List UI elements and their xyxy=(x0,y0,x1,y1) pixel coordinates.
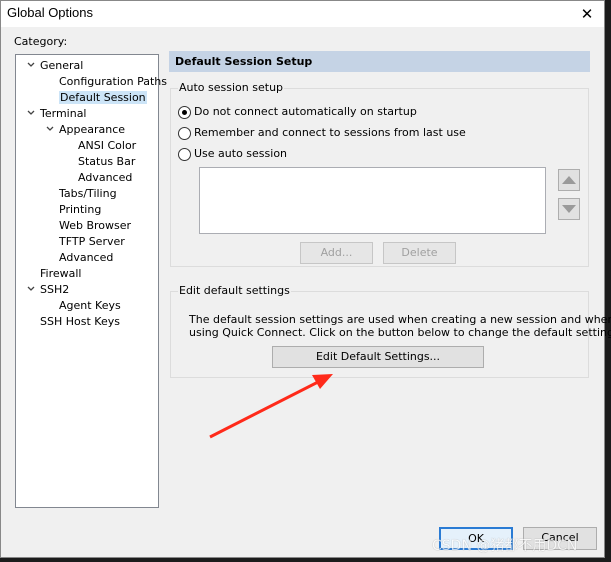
tree-item-label: SSH Host Keys xyxy=(40,315,120,328)
move-down-button[interactable] xyxy=(558,198,580,220)
radio-button[interactable] xyxy=(178,126,191,140)
tree-item[interactable]: General xyxy=(27,58,84,73)
tree-item[interactable]: Default Session xyxy=(59,90,147,105)
tree-item-label: Firewall xyxy=(40,267,82,280)
chevron-down-icon[interactable] xyxy=(26,60,36,70)
tree-item[interactable]: Appearance xyxy=(46,122,126,137)
edit-default-group-title: Edit default settings xyxy=(178,284,291,297)
tree-item-label: Printing xyxy=(59,203,102,216)
section-header: Default Session Setup xyxy=(169,51,590,72)
tree-item-label: Configuration Paths xyxy=(59,75,167,88)
tree-item[interactable]: Terminal xyxy=(27,106,87,121)
tree-item-label: Advanced xyxy=(59,251,114,264)
auto-session-list[interactable] xyxy=(199,167,546,234)
tree-item[interactable]: SSH2 xyxy=(27,282,70,297)
radio-button-checked[interactable] xyxy=(178,105,191,119)
global-options-dialog: Global Options ✕ Category: General Config… xyxy=(0,0,611,558)
tree-item-label: Web Browser xyxy=(59,219,132,232)
radio-no-auto-connect[interactable]: Do not connect automatically on startup xyxy=(178,104,417,120)
tree-item[interactable]: Firewall xyxy=(40,266,81,281)
auto-session-group: Auto session setup Do not connect automa… xyxy=(170,81,589,267)
tree-item[interactable]: Printing xyxy=(59,202,101,217)
tree-item[interactable]: Tabs/Tiling xyxy=(59,186,117,201)
tree-item[interactable]: Status Bar xyxy=(78,154,135,169)
radio-label: Remember and connect to sessions from la… xyxy=(194,126,466,139)
edit-default-settings-button[interactable]: Edit Default Settings... xyxy=(272,346,484,368)
chevron-down-icon[interactable] xyxy=(26,284,36,294)
watermark: CSDN @猪都不用DCN xyxy=(432,538,578,554)
tree-item[interactable]: Agent Keys xyxy=(59,298,121,313)
move-up-button[interactable] xyxy=(558,169,580,191)
tree-item[interactable]: Advanced xyxy=(78,170,132,185)
tree-item-label: General xyxy=(40,59,84,72)
tree-item[interactable]: SSH Host Keys xyxy=(40,314,120,329)
radio-label: Do not connect automatically on startup xyxy=(194,105,417,118)
edit-default-description: The default session settings are used wh… xyxy=(189,313,611,339)
tree-item-label: Advanced xyxy=(78,171,133,184)
triangle-up-icon xyxy=(562,176,576,184)
add-button[interactable]: Add... xyxy=(300,242,373,264)
tree-item-label: Default Session xyxy=(59,91,147,104)
close-icon[interactable]: ✕ xyxy=(576,3,598,25)
category-label: Category: xyxy=(14,35,68,48)
radio-button[interactable] xyxy=(178,147,191,161)
auto-session-group-title: Auto session setup xyxy=(178,81,285,94)
chevron-down-icon[interactable] xyxy=(26,108,36,118)
tree-item[interactable]: Configuration Paths xyxy=(59,74,167,89)
category-tree[interactable]: General Configuration Paths Default Sessio… xyxy=(15,54,167,508)
description-line-2: using Quick Connect. Click on the button… xyxy=(189,326,611,339)
tree-item-label: Terminal xyxy=(40,107,87,120)
radio-remember-sessions[interactable]: Remember and connect to sessions from la… xyxy=(178,125,466,141)
tree-item-label: Agent Keys xyxy=(59,299,121,312)
edit-default-group: Edit default settings The default sessio… xyxy=(170,284,611,378)
tree-item[interactable]: TFTP Server xyxy=(59,234,125,249)
delete-button[interactable]: Delete xyxy=(383,242,456,264)
tree-item-label: SSH2 xyxy=(40,283,70,296)
title-bar[interactable]: Global Options ✕ xyxy=(1,1,604,27)
tree-item[interactable]: ANSI Color xyxy=(78,138,136,153)
tree-item-label: ANSI Color xyxy=(78,139,137,152)
tree-item[interactable]: Web Browser xyxy=(59,218,131,233)
tree-item-label: TFTP Server xyxy=(59,235,125,248)
description-line-1: The default session settings are used wh… xyxy=(189,313,611,326)
window-title: Global Options xyxy=(7,5,93,20)
radio-use-auto-session[interactable]: Use auto session xyxy=(178,146,287,162)
tree-item[interactable]: Advanced xyxy=(59,250,113,265)
tree-item-label: Appearance xyxy=(59,123,126,136)
chevron-down-icon[interactable] xyxy=(45,124,55,134)
triangle-down-icon xyxy=(562,205,576,213)
tree-item-label: Status Bar xyxy=(78,155,136,168)
radio-label: Use auto session xyxy=(194,147,288,160)
tree-item-label: Tabs/Tiling xyxy=(59,187,117,200)
